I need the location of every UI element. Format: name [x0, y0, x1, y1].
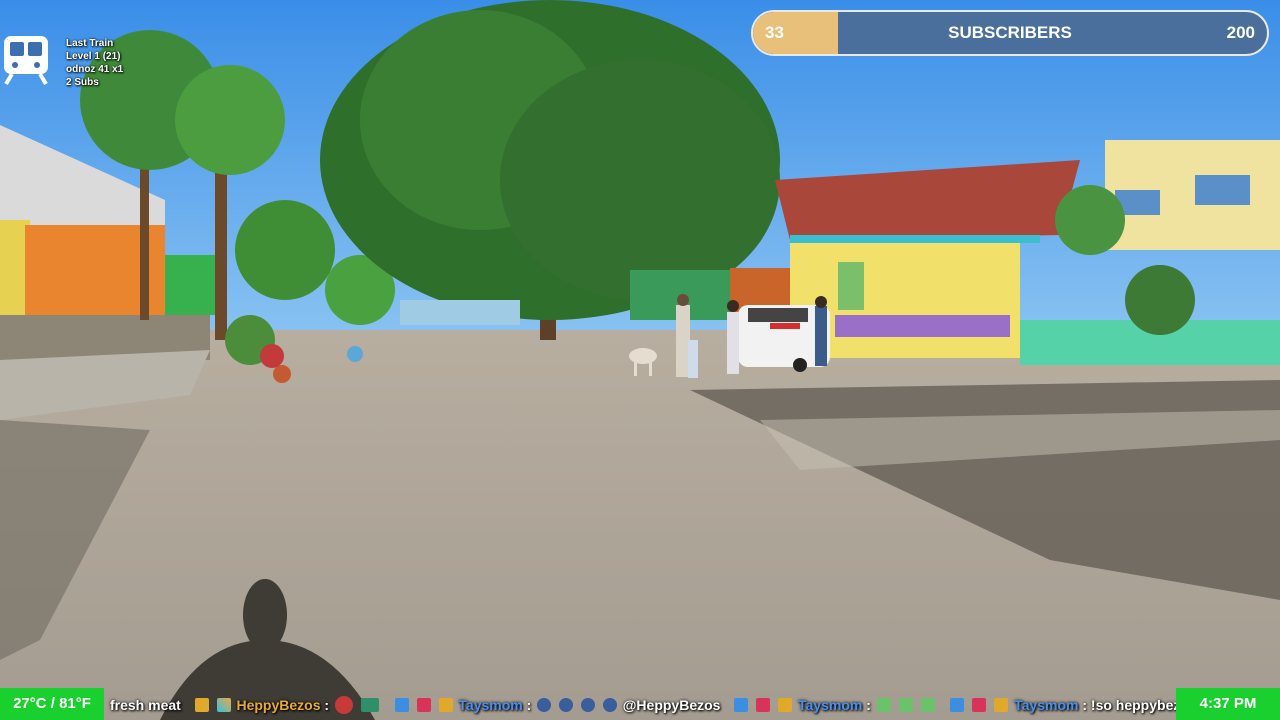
train-level: Level 1 (21) — [66, 51, 121, 62]
ticker-message-5: !so heppybezos — [1090, 697, 1176, 714]
subscriber-goal-label: SUBSCRIBERS — [948, 23, 1072, 42]
ticker-message-3: @HeppyBezos — [622, 697, 721, 714]
emote-icon — [360, 698, 379, 713]
badge-icon — [972, 698, 987, 713]
chat-username: Taysmom — [1014, 697, 1079, 714]
badge-icon — [756, 698, 771, 713]
badge-icon — [994, 698, 1009, 713]
outdoor-scene — [0, 0, 1280, 720]
badge-icon — [778, 698, 793, 713]
chat-username: Taysmom — [798, 697, 863, 714]
subscriber-goal-target: 200 — [1226, 23, 1255, 42]
chat-colon: : — [324, 697, 330, 714]
emote-icon — [580, 698, 595, 713]
train-subs: 2 Subs — [66, 77, 99, 88]
badge-icon — [216, 698, 231, 713]
train-icon — [2, 34, 50, 86]
chat-colon: : — [526, 697, 532, 714]
badge-icon — [394, 698, 409, 713]
emote-icon — [876, 698, 891, 713]
weather-readout: 27°C / 81°F — [0, 688, 104, 720]
ticker-message-1: fresh meat — [110, 697, 181, 714]
badge-icon — [194, 698, 209, 713]
emote-icon — [537, 698, 552, 713]
chat-colon: : — [866, 697, 871, 714]
chat-username: HeppyBezos — [236, 697, 321, 714]
train-name: Last Train — [66, 38, 114, 49]
badge-icon — [438, 698, 453, 713]
bottom-overlay-bar: 27°C / 81°F fresh meat HeppyBezos : Tays… — [0, 688, 1280, 720]
emote-icon — [559, 698, 574, 713]
chat-ticker: fresh meat HeppyBezos : Taysmom : @Heppy… — [104, 688, 1176, 720]
chat-colon: : — [1082, 697, 1088, 714]
emote-icon — [898, 698, 913, 713]
emote-icon — [602, 698, 617, 713]
badge-icon — [734, 698, 749, 713]
clock-readout: 4:37 PM — [1176, 688, 1280, 720]
train-user: odnoz 41 x1 — [66, 64, 124, 75]
emote-icon — [920, 698, 935, 713]
emote-icon — [334, 696, 353, 715]
stream-video-frame — [0, 0, 1280, 720]
chat-username: Taysmom — [458, 697, 523, 714]
badge-icon — [950, 698, 965, 713]
badge-icon — [416, 698, 431, 713]
subscriber-goal-bar: 33 SUBSCRIBERS 200 — [751, 10, 1269, 56]
